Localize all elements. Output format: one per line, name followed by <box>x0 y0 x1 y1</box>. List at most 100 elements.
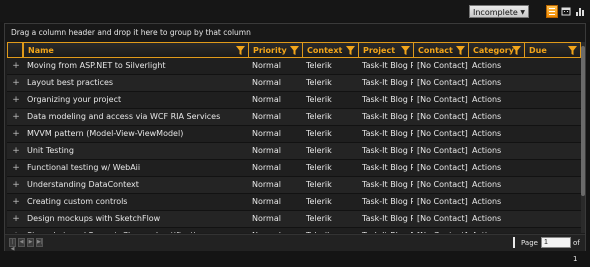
vertical-scrollbar[interactable] <box>581 42 585 233</box>
due-cell <box>524 211 581 227</box>
column-header-label: Due <box>529 46 547 55</box>
expand-row-icon[interactable]: + <box>11 92 21 108</box>
expand-row-icon[interactable]: + <box>11 228 21 233</box>
first-page-button[interactable]: |◀ <box>9 238 16 252</box>
table-row[interactable]: + Creating custom controls Normal Telerik Ta… <box>7 194 581 211</box>
context-cell: Telerik <box>306 112 332 121</box>
contact-cell: [No Contact] <box>417 61 468 70</box>
task-grid: Drag a column header and drop it here to… <box>4 23 586 263</box>
column-header-contact[interactable]: Contact <box>413 42 468 58</box>
status-filter-dropdown[interactable]: Incomplete ▼ <box>469 5 529 18</box>
priority-cell: Normal <box>252 78 281 87</box>
filter-icon[interactable] <box>456 46 465 55</box>
context-cell: Telerik <box>306 197 332 206</box>
contact-cell: [No Contact] <box>417 214 468 223</box>
priority-cell: Normal <box>252 197 281 206</box>
column-header-label: Category <box>473 46 514 55</box>
due-cell <box>524 126 581 142</box>
due-cell <box>524 109 581 125</box>
category-cell: Actions <box>468 228 524 233</box>
table-row[interactable]: + Data modeling and access via WCF RIA Se… <box>7 109 581 126</box>
column-header-name[interactable]: Name <box>23 42 248 58</box>
contact-cell: [No Contact] <box>417 95 468 104</box>
group-panel[interactable]: Drag a column header and drop it here to… <box>5 24 585 42</box>
contact-cell: [No Contact] <box>417 129 468 138</box>
context-cell: Telerik <box>306 95 332 104</box>
expand-row-icon[interactable]: + <box>11 75 21 91</box>
filter-icon[interactable] <box>236 46 245 55</box>
previous-page-button[interactable]: ◀ <box>18 238 25 247</box>
filter-icon[interactable] <box>290 46 299 55</box>
name-cell: Functional testing w/ WebAii <box>27 163 141 172</box>
name-cell: Layout best practices <box>27 78 114 87</box>
due-cell <box>524 228 581 233</box>
chart-view-button[interactable] <box>574 5 586 18</box>
grid-body: + Moving from ASP.NET to Silverlight Norma… <box>7 58 581 233</box>
table-row[interactable]: + Design mockups with SketchFlow Normal Tel… <box>7 211 581 228</box>
context-cell: Telerik <box>306 146 332 155</box>
expand-row-icon[interactable]: + <box>11 58 21 74</box>
expand-row-icon[interactable]: + <box>11 211 21 227</box>
priority-cell: Normal <box>252 180 281 189</box>
table-row[interactable]: + Organizing your project Normal Telerik Tas… <box>7 92 581 109</box>
due-cell <box>524 194 581 210</box>
project-cell: Task-It Blog P <box>362 146 413 155</box>
category-cell: Actions <box>472 197 502 206</box>
priority-cell: Normal <box>252 61 281 70</box>
expand-row-icon[interactable]: + <box>11 177 21 193</box>
project-cell: Task-It Blog P <box>362 78 413 87</box>
contact-cell: [No Contact] <box>417 78 468 87</box>
filter-icon[interactable] <box>346 46 355 55</box>
column-header-due[interactable]: Due <box>524 42 581 58</box>
last-page-button[interactable]: ▶| <box>36 238 43 247</box>
table-row[interactable]: + Layout best practices Normal Telerik Task-… <box>7 75 581 92</box>
column-header-label: Priority <box>253 46 287 55</box>
category-cell: Actions <box>472 61 502 70</box>
status-filter-value: Incomplete <box>473 8 518 17</box>
calendar-view-icon <box>561 7 571 16</box>
contact-cell: [No Contact] <box>413 228 468 233</box>
name-cell: MVVM pattern (Model-View-ViewModel) <box>27 129 184 138</box>
name-cell: Unit Testing <box>27 146 74 155</box>
expand-row-icon[interactable]: + <box>11 143 21 159</box>
due-cell <box>524 92 581 108</box>
table-row[interactable]: +Strongly-typed PropertyChanged notifica… <box>7 228 581 233</box>
top-toolbar: Incomplete ▼ <box>0 0 590 22</box>
category-cell: Actions <box>472 163 502 172</box>
name-cell: Creating custom controls <box>27 197 128 206</box>
filter-icon[interactable] <box>568 46 577 55</box>
table-row[interactable]: + Understanding DataContext Normal Telerik T… <box>7 177 581 194</box>
category-cell: Actions <box>472 95 502 104</box>
table-row[interactable]: + Unit Testing Normal Telerik Task-It Blog P… <box>7 143 581 160</box>
project-cell: Task-It Blog P <box>358 228 413 233</box>
expand-row-icon[interactable]: + <box>11 160 21 176</box>
calendar-view-button[interactable] <box>560 5 572 18</box>
context-cell: Telerik <box>306 163 332 172</box>
expand-row-icon[interactable]: + <box>11 194 21 210</box>
due-cell <box>524 177 581 193</box>
filter-icon[interactable] <box>401 46 410 55</box>
category-cell: Actions <box>472 180 502 189</box>
due-cell <box>524 58 581 74</box>
due-cell <box>524 143 581 159</box>
name-cell: Understanding DataContext <box>27 180 139 189</box>
column-header-category[interactable]: Category <box>468 42 524 58</box>
contact-cell: [No Contact] <box>417 146 468 155</box>
priority-cell: Normal <box>252 112 281 121</box>
chart-view-icon <box>576 8 584 16</box>
table-row[interactable]: + MVVM pattern (Model-View-ViewModel) Norm… <box>7 126 581 143</box>
table-row[interactable]: + Moving from ASP.NET to Silverlight Norma… <box>7 58 581 75</box>
column-header-priority[interactable]: Priority <box>248 42 302 58</box>
list-view-button[interactable] <box>546 5 558 18</box>
expand-row-icon[interactable]: + <box>11 109 21 125</box>
column-header-context[interactable]: Context <box>302 42 358 58</box>
table-row[interactable]: + Functional testing w/ WebAii Normal Teler… <box>7 160 581 177</box>
expand-row-icon[interactable]: + <box>11 126 21 142</box>
next-page-button[interactable]: ▶ <box>27 238 34 247</box>
column-header-label: Context <box>307 46 343 55</box>
column-header-project[interactable]: Project <box>358 42 413 58</box>
page-number-input[interactable] <box>541 237 571 248</box>
filter-icon[interactable] <box>512 46 521 55</box>
scrollbar-thumb[interactable] <box>581 46 585 196</box>
contact-cell: [No Contact] <box>417 112 468 121</box>
